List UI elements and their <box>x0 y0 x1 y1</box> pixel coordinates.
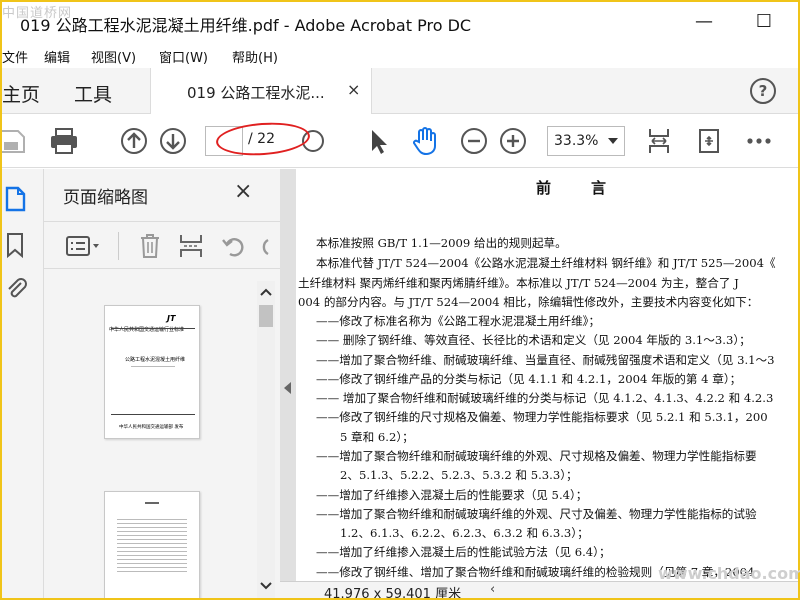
thumb-logo: JT <box>167 314 176 323</box>
document-view[interactable]: 前言 本标准按照 GB/T 1.1—2009 给出的规则起草。 本标准代替 JT… <box>280 169 798 598</box>
panel-close-button[interactable]: × <box>234 179 252 204</box>
menu-window[interactable]: 窗口(W) <box>159 47 208 66</box>
watermark-bottom-right: www.chdao.com <box>658 564 800 583</box>
toolbar: / 22 33.3% <box>2 114 798 168</box>
rotate-cw-icon[interactable] <box>258 232 270 260</box>
text-line: 2、5.1.3、5.2.2、5.2.3、5.3.2 和 5.3.3）； <box>340 468 578 482</box>
extract-pages-icon[interactable] <box>178 232 204 260</box>
prev-page-icon[interactable] <box>119 126 149 156</box>
window-title: 019 公路工程水泥混凝土用纤维.pdf - Adobe Acrobat Pro… <box>20 16 472 35</box>
page-number-input[interactable] <box>205 126 243 156</box>
help-button[interactable]: ? <box>750 78 776 104</box>
text-line: 004 的部分内容。与 JT/T 524—2004 相比，除编辑性修改外，主要技… <box>298 295 759 309</box>
zoom-in-icon[interactable] <box>498 126 528 156</box>
panel-toolbar <box>44 221 280 269</box>
status-left-arrow[interactable]: ‹ <box>490 582 495 597</box>
page-heading: 前言 <box>536 179 647 197</box>
thumbnail-page-1[interactable]: JT 中华人民共和国交通运输行业标准 公路工程水泥混凝土用纤维 中华人民共和国交… <box>104 305 200 439</box>
tab-document[interactable]: 019 公路工程水泥... × <box>150 68 372 114</box>
tab-document-label: 019 公路工程水泥... <box>187 84 325 102</box>
zoom-value: 33.3% <box>554 133 599 149</box>
text-line: 本标准代替 JT/T 524—2004《公路水泥混凝土纤维材料 钢纤维》和 JT… <box>316 256 776 270</box>
text-line: ——增加了纤维掺入混凝土后的性能试验方法（见 6.4）； <box>316 545 611 559</box>
text-line: 1.2、6.1.3、6.2.2、6.2.3、6.3.2 和 6.3.3）； <box>340 526 589 540</box>
scroll-up-icon[interactable] <box>260 287 272 297</box>
delete-icon[interactable] <box>138 232 162 260</box>
chevron-down-icon <box>608 138 618 144</box>
document-page: 前言 本标准按照 GB/T 1.1—2009 给出的规则起草。 本标准代替 JT… <box>296 169 798 581</box>
navigation-rail <box>2 169 44 598</box>
zoom-out-icon[interactable] <box>459 126 489 156</box>
title-bar: 中国道桥网 019 公路工程水泥混凝土用纤维.pdf - Adobe Acrob… <box>2 2 798 42</box>
more-icon[interactable] <box>744 126 774 156</box>
thumb2-text-lines <box>117 516 187 572</box>
thumb-subtitle-line <box>131 366 175 367</box>
options-menu-icon[interactable] <box>66 234 104 258</box>
panel-title: 页面缩略图 <box>63 188 148 208</box>
rotate-ccw-icon[interactable] <box>220 232 246 260</box>
text-line: ——增加了纤维掺入混凝土后的性能要求（见 5.4）； <box>316 488 588 502</box>
fit-page-icon[interactable] <box>644 126 674 156</box>
scroll-down-icon[interactable] <box>260 581 272 591</box>
thumbnail-scrollbar[interactable] <box>257 281 275 598</box>
scroll-thumb[interactable] <box>259 305 273 327</box>
text-line: ——修改了标准名称为《公路工程水泥混凝土用纤维》； <box>316 314 601 328</box>
tab-tools[interactable]: 工具 <box>74 80 112 107</box>
menu-help[interactable]: 帮助(H) <box>232 47 278 66</box>
text-line: ——增加了聚合物纤维和耐碱玻璃纤维的外观、尺寸及偏差、物理力学性能指标的试验 <box>316 507 757 521</box>
menu-edit[interactable]: 编辑 <box>44 47 70 66</box>
toolbar-divider <box>118 232 119 260</box>
page-dimensions: 41.976 x 59.401 厘米 <box>324 587 462 598</box>
hand-icon[interactable] <box>410 126 440 156</box>
thumb-rule <box>111 328 195 329</box>
thumbnail-list: JT 中华人民共和国交通运输行业标准 公路工程水泥混凝土用纤维 中华人民共和国交… <box>44 281 256 598</box>
page-thumbnails-icon[interactable] <box>4 185 28 213</box>
zoom-select[interactable]: 33.3% <box>547 126 625 156</box>
thumb-footer: 中华人民共和国交通运输部 发布 <box>119 425 184 430</box>
text-line: 5 章和 6.2）； <box>340 430 414 444</box>
next-page-icon[interactable] <box>158 126 188 156</box>
text-line: 土纤维材料 聚丙烯纤维和聚丙烯腈纤维》。本标准以 JT/T 524—2004 为… <box>298 276 739 290</box>
maximize-button[interactable]: ☐ <box>750 8 778 36</box>
rotate-view-icon[interactable] <box>694 126 724 156</box>
text-line: ——修改了钢纤维的尺寸规格及偏差、物理力学性能指标要求（见 5.2.1 和 5.… <box>316 410 768 424</box>
thumbnail-panel: 页面缩略图 × JT 中华人民共和国交通运输行业标准 公路工程水泥混凝土用纤维 … <box>44 169 280 598</box>
thumbnail-page-2[interactable] <box>104 491 200 598</box>
print-icon[interactable] <box>49 126 79 156</box>
minimize-button[interactable]: — <box>690 8 718 36</box>
menu-file[interactable]: 文件 <box>2 47 28 66</box>
bookmark-icon[interactable] <box>4 231 26 259</box>
thumb2-heading <box>145 502 159 504</box>
status-bar: 41.976 x 59.401 厘米 ‹ <box>280 581 798 598</box>
text-line: 本标准按照 GB/T 1.1—2009 给出的规则起草。 <box>316 236 567 250</box>
tab-bar: 主页 工具 019 公路工程水泥... × ? <box>2 68 798 114</box>
partial-tool-icon[interactable] <box>298 126 328 156</box>
text-line: ——修改了钢纤维产品的分类与标记（见 4.1.1 和 4.2.1，2004 年版… <box>316 372 742 386</box>
thumb-rule-bottom <box>111 414 195 415</box>
attachment-icon[interactable] <box>4 273 28 301</box>
thumb-title: 公路工程水泥混凝土用纤维 <box>125 357 186 363</box>
select-arrow-icon[interactable] <box>364 126 394 156</box>
menu-bar: 文件 编辑 视图(V) 窗口(W) 帮助(H) <box>2 42 798 68</box>
text-line: —— 删除了钢纤维、等效直径、长径比的术语和定义（见 2004 年版的 3.1～… <box>316 333 751 347</box>
acrobat-window: 中国道桥网 019 公路工程水泥混凝土用纤维.pdf - Adobe Acrob… <box>2 2 798 598</box>
text-line: ——增加了聚合物纤维和耐碱玻璃纤维的外观、尺寸规格及偏差、物理力学性能指标要 <box>316 449 757 463</box>
tab-close-button[interactable]: × <box>347 80 360 99</box>
save-icon[interactable] <box>2 126 32 156</box>
text-line: ——增加了聚合物纤维、耐碱玻璃纤维、当量直径、耐碱残留强度术语和定义（见 3.1… <box>316 353 775 367</box>
tab-home[interactable]: 主页 <box>2 80 40 107</box>
menu-view[interactable]: 视图(V) <box>91 47 136 66</box>
page-total: / 22 <box>248 131 275 147</box>
text-line: —— 增加了聚合物纤维和耐碱玻璃纤维的分类与标记（见 4.1.2、4.1.3、4… <box>316 391 774 405</box>
collapse-panel-icon[interactable] <box>284 382 291 394</box>
